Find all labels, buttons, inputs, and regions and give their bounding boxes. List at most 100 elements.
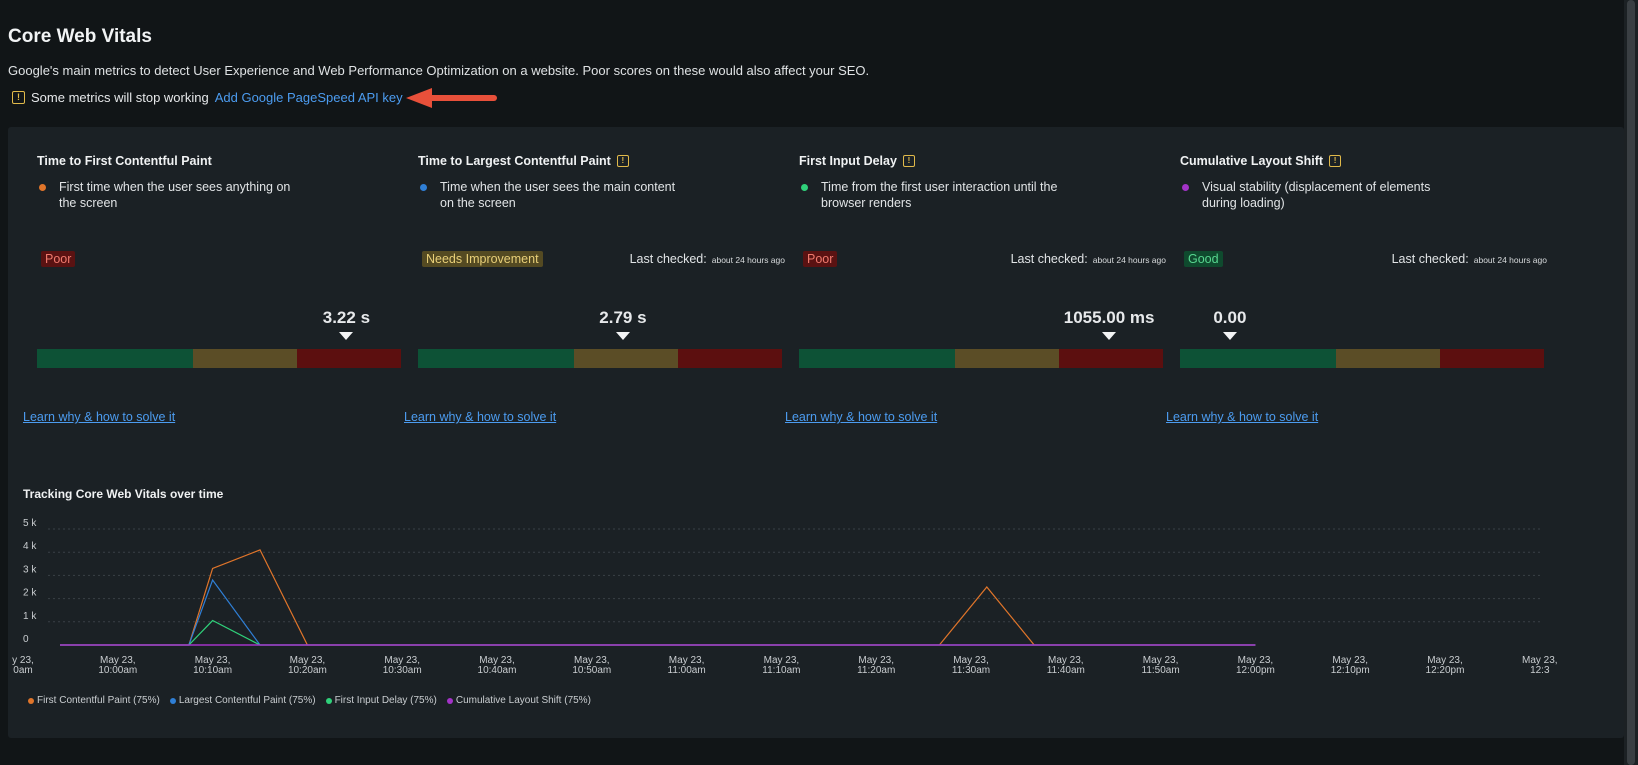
y-tick-label: 2 k	[23, 588, 37, 599]
x-tick-label: 11:20am	[857, 665, 895, 676]
chart-title: Tracking Core Web Vitals over time	[23, 487, 224, 501]
x-tick-label: 12:3	[1530, 665, 1550, 676]
vitals-panel: Time to First Contentful Paint First time…	[8, 127, 1624, 738]
legend-item-fid[interactable]: First Input Delay (75%)	[325, 695, 437, 706]
metric-color-dot	[39, 184, 46, 191]
learn-how-link[interactable]: Learn why & how to solve it	[1166, 410, 1318, 424]
y-tick-label: 0	[23, 634, 29, 645]
metric-title-text: Cumulative Layout Shift	[1180, 154, 1324, 168]
x-tick-label: 12:00pm	[1236, 665, 1275, 676]
metric-description: First time when the user sees anything o…	[59, 180, 291, 210]
legend-item-cls[interactable]: Cumulative Layout Shift (75%)	[446, 695, 591, 706]
metric-color-dot	[420, 184, 427, 191]
metric-title-text: Time to First Contentful Paint	[37, 154, 212, 168]
x-tick-label: 10:00am	[98, 665, 137, 676]
chart-legend: First Contentful Paint (75%) Largest Cont…	[28, 695, 591, 706]
legend-label: Largest Contentful Paint (75%)	[178, 695, 316, 706]
threshold-needs-improvement	[955, 349, 1059, 368]
legend-item-fcp[interactable]: First Contentful Paint (75%)	[28, 695, 160, 706]
metric-title-text: First Input Delay	[799, 154, 897, 168]
metric-description: Time from the first user interaction unt…	[821, 180, 1058, 210]
metric-value: 3.22 s	[322, 308, 371, 327]
legend-dot-icon	[325, 697, 332, 704]
x-tick-label: 10:10am	[193, 665, 232, 676]
value-pointer-icon	[339, 332, 354, 340]
status-badge: Needs Improvement	[422, 251, 543, 267]
status-badge: Poor	[41, 251, 76, 267]
threshold-poor	[1059, 349, 1163, 368]
last-checked: Last checked: about 24 hours ago	[630, 252, 785, 266]
metric-title: First Input Delay!	[799, 154, 915, 168]
learn-how-link[interactable]: Learn why & how to solve it	[23, 410, 175, 424]
metric-title: Time to First Contentful Paint	[37, 154, 212, 168]
threshold-bar	[418, 349, 782, 368]
x-tick-label: 10:30am	[383, 665, 422, 676]
status-badge: Poor	[803, 251, 838, 267]
threshold-good	[799, 349, 955, 368]
legend-dot-icon	[446, 697, 453, 704]
last-checked-label: Last checked:	[629, 252, 707, 266]
page-scrollbar[interactable]	[1624, 0, 1638, 765]
threshold-poor	[1440, 349, 1544, 368]
x-tick-label: 11:30am	[952, 665, 990, 676]
metric-description: Visual stability (displacement of elemen…	[1202, 180, 1431, 210]
y-tick-label: 5 k	[23, 518, 37, 529]
threshold-poor	[297, 349, 401, 368]
x-tick-label: 10:40am	[478, 665, 517, 676]
warning-text: Some metrics will stop working	[31, 90, 209, 105]
threshold-needs-improvement	[574, 349, 678, 368]
metric-title: Cumulative Layout Shift!	[1180, 154, 1342, 168]
warning-icon: !	[12, 91, 25, 104]
metric-value: 0.00	[1213, 308, 1247, 327]
x-tick-label: 11:00am	[668, 665, 706, 676]
metric-description: Time when the user sees the main content…	[440, 180, 676, 210]
series-line-fcp	[60, 549, 1256, 646]
threshold-good	[1180, 349, 1336, 368]
page-subtitle: Google's main metrics to detect User Exp…	[8, 63, 870, 78]
threshold-needs-improvement	[193, 349, 297, 368]
metric-title-text: Time to Largest Contentful Paint	[418, 154, 611, 168]
metric-value: 2.79 s	[599, 308, 647, 327]
learn-how-link[interactable]: Learn why & how to solve it	[785, 410, 937, 424]
warning-icon[interactable]: !	[1329, 155, 1342, 167]
x-tick-label: 11:50am	[1142, 665, 1180, 676]
legend-label: Cumulative Layout Shift (75%)	[455, 695, 591, 706]
y-tick-label: 3 k	[23, 564, 37, 575]
x-tick-label: 10:50am	[572, 665, 611, 676]
legend-label: First Input Delay (75%)	[334, 695, 437, 706]
metric-title: Time to Largest Contentful Paint!	[418, 154, 629, 168]
metric-color-dot	[801, 184, 808, 191]
legend-dot-icon	[169, 697, 176, 704]
metric-card-cls: Cumulative Layout Shift! Visual stability…	[1151, 127, 1551, 457]
y-tick-label: 4 k	[23, 541, 37, 552]
x-tick-label: 12:10pm	[1331, 665, 1370, 676]
x-tick-label: 11:40am	[1047, 665, 1085, 676]
status-badge: Good	[1184, 251, 1223, 267]
value-pointer-icon	[1222, 332, 1237, 340]
threshold-bar	[1180, 349, 1544, 368]
threshold-needs-improvement	[1336, 349, 1440, 368]
threshold-bar	[799, 349, 1163, 368]
value-pointer-icon	[1102, 332, 1117, 340]
scrollbar-thumb[interactable]	[1627, 0, 1635, 765]
y-tick-label: 1 k	[23, 611, 37, 622]
series-line-lcp	[60, 578, 1256, 646]
warning-icon[interactable]: !	[902, 155, 915, 167]
page-title: Core Web Vitals	[8, 26, 152, 47]
metric-value: 1055.00 ms	[1063, 308, 1155, 327]
x-tick-label: 12:20pm	[1426, 665, 1465, 676]
add-api-key-link[interactable]: Add Google PageSpeed API key	[215, 90, 403, 105]
last-checked-value: about 24 hours ago	[1473, 255, 1547, 265]
metric-card-fid: First Input Delay! Time from the first us…	[770, 127, 1170, 457]
last-checked: Last checked: about 24 hours ago	[1392, 252, 1547, 266]
learn-how-link[interactable]: Learn why & how to solve it	[404, 410, 556, 424]
red-arrow-annotation	[406, 88, 497, 108]
warning-icon[interactable]: !	[616, 155, 629, 167]
metric-card-lcp: Time to Largest Contentful Paint! Time wh…	[389, 127, 789, 457]
series-line-fid	[60, 619, 1256, 646]
last-checked: Last checked: about 24 hours ago	[1011, 252, 1166, 266]
x-tick-label: 10:20am	[288, 665, 327, 676]
x-tick-label: 11:10am	[762, 665, 800, 676]
legend-item-lcp[interactable]: Largest Contentful Paint (75%)	[169, 695, 316, 706]
metric-color-dot	[1182, 184, 1189, 191]
